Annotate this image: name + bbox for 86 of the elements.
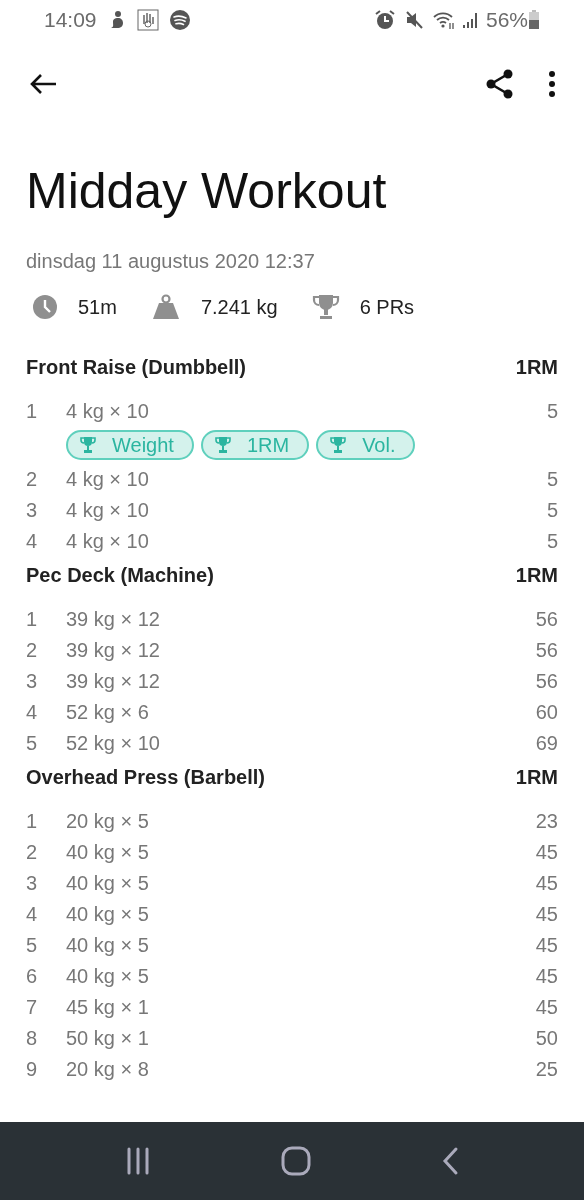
set-number: 8 (26, 1025, 39, 1051)
music-app-icon (168, 9, 191, 31)
set-weight-reps: 4 kg × 10 (66, 466, 150, 492)
set-number: 5 (26, 730, 39, 756)
back-arrow-icon[interactable] (28, 72, 58, 96)
one-rep-max-value: 56 (535, 606, 558, 632)
set-weight-reps: 52 kg × 10 (66, 730, 161, 756)
trophy-icon (80, 435, 96, 454)
set-number: 6 (26, 963, 39, 989)
set-number: 3 (26, 497, 39, 523)
pr-badge: 1RM (200, 429, 310, 460)
one-rep-max-value: 60 (535, 699, 558, 725)
home-icon[interactable] (281, 1146, 311, 1176)
one-rep-max-value: 5 (546, 528, 558, 554)
set-number: 4 (26, 528, 39, 554)
pr-badge: Vol. (316, 429, 416, 460)
one-rep-max-value: 45 (535, 932, 558, 958)
signal-icon (461, 10, 480, 30)
set-weight-reps: 50 kg × 1 (66, 1025, 150, 1051)
one-rep-max-value: 45 (535, 901, 558, 927)
set-weight-reps: 45 kg × 1 (66, 994, 150, 1020)
set-weight-reps: 20 kg × 8 (66, 1056, 150, 1082)
trophy-icon (311, 293, 340, 321)
set-weight-reps: 52 kg × 6 (66, 699, 150, 725)
pr-badge: Weight (66, 429, 194, 460)
set-number: 4 (26, 901, 39, 927)
battery-percent: 56% (485, 7, 528, 34)
one-rep-max-value: 56 (535, 637, 558, 663)
trophy-icon (214, 435, 231, 454)
exercise-name: Overhead Press (Barbell) (26, 765, 265, 790)
exercise-name: Pec Deck (Machine) (26, 563, 214, 588)
set-weight-reps: 40 kg × 5 (66, 963, 150, 989)
set-number: 2 (26, 839, 39, 865)
exercise-name: Front Raise (Dumbbell) (26, 355, 246, 380)
set-number: 9 (26, 1056, 39, 1082)
set-weight-reps: 4 kg × 10 (66, 497, 150, 523)
set-number: 3 (26, 668, 39, 694)
set-weight-reps: 40 kg × 5 (66, 870, 150, 896)
set-weight-reps: 20 kg × 5 (66, 808, 150, 834)
wifi-icon (431, 10, 456, 30)
one-rep-max-value: 23 (535, 808, 558, 834)
set-weight-reps: 40 kg × 5 (66, 901, 150, 927)
more-options-icon[interactable] (548, 70, 556, 98)
set-number: 2 (26, 637, 39, 663)
one-rep-max-value: 45 (535, 870, 558, 896)
column-heading: 1RM (515, 355, 558, 380)
set-weight-reps: 39 kg × 12 (66, 637, 161, 663)
set-number: 1 (26, 606, 39, 632)
one-rep-max-value: 45 (535, 963, 558, 989)
set-number: 1 (26, 808, 39, 834)
alarm-icon (373, 9, 396, 31)
one-rep-max-value: 45 (535, 994, 558, 1020)
workout-date: dinsdag 11 augustus 2020 12:37 (26, 249, 316, 274)
set-weight-reps: 40 kg × 5 (66, 839, 150, 865)
one-rep-max-value: 5 (546, 466, 558, 492)
set-number: 1 (26, 398, 39, 424)
trophy-icon (330, 435, 347, 454)
stat-value: 51m (78, 295, 117, 320)
set-number: 5 (26, 932, 39, 958)
clock-icon (32, 294, 58, 320)
one-rep-max-value: 25 (535, 1056, 558, 1082)
app-icon (136, 9, 159, 31)
one-rep-max-value: 45 (535, 839, 558, 865)
column-heading: 1RM (515, 563, 558, 588)
one-rep-max-value: 5 (546, 497, 558, 523)
set-weight-reps: 39 kg × 12 (66, 668, 161, 694)
set-weight-reps: 40 kg × 5 (66, 932, 150, 958)
set-number: 7 (26, 994, 39, 1020)
set-number: 2 (26, 466, 39, 492)
set-number: 3 (26, 870, 39, 896)
stat-value: 6 PRs (359, 295, 415, 320)
weight-icon (150, 294, 181, 320)
one-rep-max-value: 56 (535, 668, 558, 694)
column-heading: 1RM (515, 765, 558, 790)
set-weight-reps: 4 kg × 10 (66, 528, 150, 554)
mute-icon (403, 10, 424, 30)
status-time: 14:09 (44, 7, 97, 34)
one-rep-max-value: 50 (535, 1025, 558, 1051)
one-rep-max-value: 5 (546, 398, 558, 424)
set-weight-reps: 4 kg × 10 (66, 398, 150, 424)
set-weight-reps: 39 kg × 12 (66, 606, 161, 632)
battery-icon (528, 10, 540, 30)
workout-title: Midday Workout (26, 162, 388, 221)
one-rep-max-value: 69 (535, 730, 558, 756)
set-number: 4 (26, 699, 39, 725)
stat-value: 7.241 kg (200, 295, 278, 320)
